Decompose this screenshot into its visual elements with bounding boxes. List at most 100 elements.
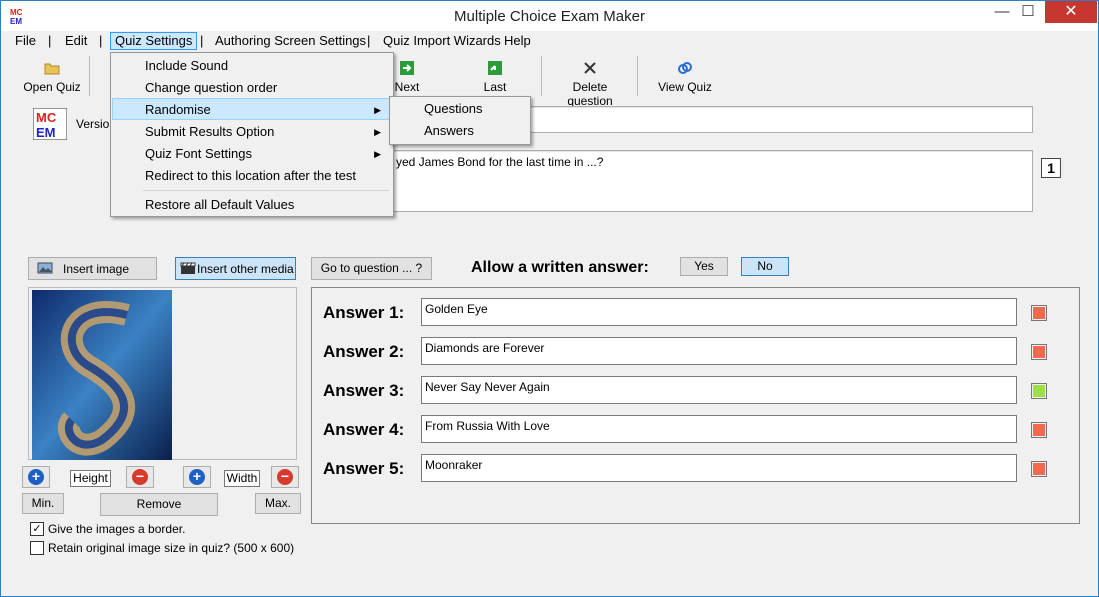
menu-item-label: Submit Results Option [145,124,275,139]
answer-input[interactable]: Diamonds are Forever [421,337,1017,365]
remove-image-button[interactable]: Remove [100,493,218,516]
insert-image-label: Insert image [63,262,130,276]
toolbar-separator [541,56,542,96]
close-button[interactable]: ✕ [1045,1,1097,23]
view-quiz-button[interactable]: View Quiz [656,60,714,94]
height-label: Height [70,470,111,487]
last-page-icon [488,61,502,75]
answer-input[interactable]: Never Say Never Again [421,376,1017,404]
menu-divider [143,190,389,191]
submenu-arrow-icon: ▶ [374,105,381,115]
image-icon [37,262,53,274]
menu-item-label: Redirect to this location after the test [145,168,356,183]
menu-separator: | [99,33,103,48]
open-quiz-button[interactable]: Open Quiz [21,60,83,94]
menu-item-redirect-location[interactable]: Redirect to this location after the test [113,165,389,187]
menu-item-label: Randomise [145,102,211,117]
menu-item-restore-defaults[interactable]: Restore all Default Values [113,194,389,216]
menu-quiz-import-wizards[interactable]: Quiz Import Wizards [379,33,505,49]
correct-answer-marker[interactable] [1031,383,1047,399]
delete-question-label: Delete question [567,80,613,108]
width-decrease-button[interactable]: − [271,466,299,488]
min-button[interactable]: Min. [22,493,64,514]
menu-separator: | [200,33,204,48]
menu-item-quiz-font-settings[interactable]: Quiz Font Settings ▶ [113,143,389,165]
answer-label: Answer 4: [323,420,405,439]
submenu-item-questions[interactable]: Questions [392,98,528,120]
incorrect-answer-marker[interactable] [1031,344,1047,360]
written-answer-no-button[interactable]: No [741,257,789,276]
plus-icon: + [28,469,44,485]
menu-item-include-sound[interactable]: Include Sound [113,55,389,77]
image-preview-frame [28,287,297,460]
arrow-right-icon [400,61,414,75]
answer-input[interactable]: Moonraker [421,454,1017,482]
question-text: yed James Bond for the last time in ...? [396,155,604,169]
answer-label: Answer 2: [323,342,405,361]
quiz-settings-dropdown: Include Sound Change question order Rand… [110,52,394,217]
mcem-logo-icon: MC EM [33,108,67,140]
app-window: MC EM Multiple Choice Exam Maker — ☐ ✕ F… [0,0,1099,597]
view-link-icon [678,62,692,74]
submenu-arrow-icon: ▶ [374,127,381,137]
delete-question-button[interactable]: Delete question [549,60,631,108]
written-answer-yes-button[interactable]: Yes [680,257,728,276]
answer-label: Answer 5: [323,459,405,478]
quiz-image [32,290,172,460]
menu-item-label: Include Sound [145,58,229,73]
insert-image-button[interactable]: Insert image [28,257,157,280]
width-label: Width [224,470,260,487]
menu-separator: | [48,33,52,48]
incorrect-answer-marker[interactable] [1031,422,1047,438]
menu-help[interactable]: Help [500,33,535,49]
menu-file[interactable]: File [11,33,40,49]
svg-text:EM: EM [36,125,56,140]
menu-item-randomise[interactable]: Randomise ▶ [112,98,390,120]
width-increase-button[interactable]: + [183,466,211,488]
border-checkbox-label: Give the images a border. [48,522,186,536]
toolbar-separator [637,56,638,96]
menu-bar: File | Edit | Quiz Settings | Authoring … [1,31,1098,51]
submenu-item-label: Questions [424,101,483,116]
minus-icon: − [132,469,148,485]
insert-other-media-label: Insert other media [197,262,294,276]
plus-icon: + [189,469,205,485]
window-title: Multiple Choice Exam Maker [454,8,645,25]
incorrect-answer-marker[interactable] [1031,461,1047,477]
minimize-button[interactable]: — [989,1,1015,23]
menu-item-label: Restore all Default Values [145,197,295,212]
clapperboard-icon [180,262,196,274]
insert-other-media-button[interactable]: Insert other media [175,257,296,280]
border-checkbox[interactable]: ✓ [30,522,44,536]
answer-input[interactable]: From Russia With Love [421,415,1017,443]
height-increase-button[interactable]: + [22,466,50,488]
randomise-submenu: Questions Answers [389,96,531,145]
menu-edit[interactable]: Edit [61,33,91,49]
question-number: 1 [1041,158,1061,178]
answer-label: Answer 3: [323,381,405,400]
answer-label: Answer 1: [323,303,405,322]
submenu-item-label: Answers [424,123,474,138]
menu-item-label: Change question order [145,80,278,95]
max-button[interactable]: Max. [255,493,301,514]
next-label: Next [394,80,420,94]
submenu-item-answers[interactable]: Answers [392,120,528,142]
answer-input[interactable]: Golden Eye [421,298,1017,326]
delete-x-icon [584,62,596,74]
height-decrease-button[interactable]: − [126,466,154,488]
retain-size-checkbox[interactable] [30,541,44,555]
minus-icon: − [277,469,293,485]
toolbar-separator [89,56,90,96]
question-input[interactable]: yed James Bond for the last time in ...? [391,150,1033,212]
menu-quiz-settings[interactable]: Quiz Settings [110,32,198,50]
menu-item-submit-results-option[interactable]: Submit Results Option ▶ [113,121,389,143]
goto-question-button[interactable]: Go to question ... ? [311,257,432,280]
last-label: Last [483,80,507,94]
menu-authoring-screen-settings[interactable]: Authoring Screen Settings [211,33,370,49]
written-answer-label: Allow a written answer: [471,259,649,276]
incorrect-answer-marker[interactable] [1031,305,1047,321]
maximize-button[interactable]: ☐ [1015,1,1041,23]
open-quiz-label: Open Quiz [23,80,81,94]
last-button[interactable]: Last [475,60,515,94]
menu-item-change-question-order[interactable]: Change question order [113,77,389,99]
